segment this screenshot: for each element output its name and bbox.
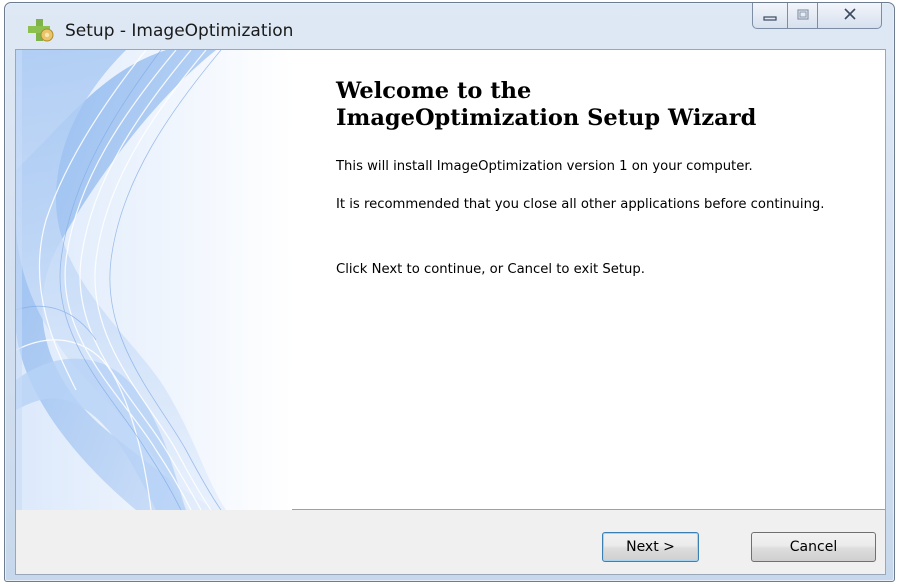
close-apps-recommendation: It is recommended that you close all oth… bbox=[336, 197, 825, 212]
minimize-icon bbox=[763, 6, 777, 25]
continue-instructions: Click Next to continue, or Cancel to exi… bbox=[336, 262, 645, 277]
install-description: This will install ImageOptimization vers… bbox=[336, 159, 753, 174]
next-button[interactable]: Next > bbox=[602, 532, 699, 562]
wizard-side-image bbox=[16, 50, 292, 510]
caption-buttons bbox=[752, 3, 882, 29]
welcome-heading-line1: Welcome to the bbox=[336, 78, 532, 104]
setup-window: Setup - ImageOptimization Welcome to the… bbox=[4, 2, 895, 582]
maximize-button[interactable] bbox=[788, 3, 818, 29]
maximize-icon bbox=[796, 6, 810, 25]
close-button[interactable] bbox=[818, 3, 882, 29]
cancel-button[interactable]: Cancel bbox=[751, 532, 876, 562]
welcome-heading-line2: ImageOptimization Setup Wizard bbox=[336, 105, 757, 131]
close-icon bbox=[843, 6, 857, 25]
welcome-page: Welcome to the ImageOptimization Setup W… bbox=[16, 50, 885, 510]
window-title: Setup - ImageOptimization bbox=[65, 21, 294, 41]
wizard-client-area: Welcome to the ImageOptimization Setup W… bbox=[15, 49, 886, 575]
welcome-heading: Welcome to the ImageOptimization Setup W… bbox=[336, 78, 876, 132]
title-bar[interactable]: Setup - ImageOptimization bbox=[5, 3, 894, 51]
setup-app-icon bbox=[25, 17, 55, 43]
minimize-button[interactable] bbox=[752, 3, 788, 29]
